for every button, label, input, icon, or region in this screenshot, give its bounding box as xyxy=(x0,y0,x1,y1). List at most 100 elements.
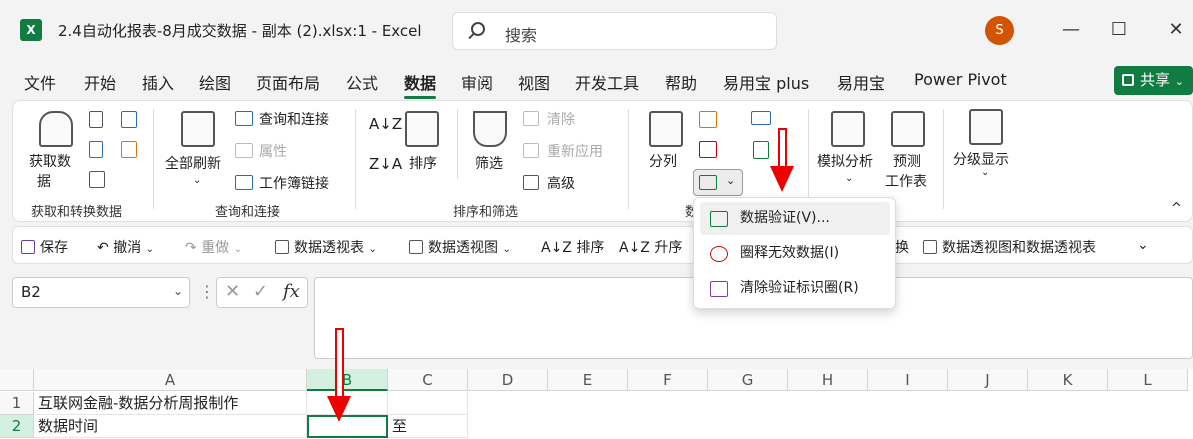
cancel-icon[interactable]: ✕ xyxy=(225,281,240,302)
undo-button[interactable]: ↶ 撤消 ⌄ xyxy=(97,237,154,257)
tab-insert[interactable]: 插入 xyxy=(142,70,174,94)
refresh-all-button[interactable]: 全部刷新 xyxy=(165,153,221,173)
ribbon-panel: 获取数 据 获取和转换数据 全部刷新 ⌄ 查询和连接 属性 工作簿链接 查询和连… xyxy=(12,100,1193,222)
tab-formulas[interactable]: 公式 xyxy=(346,70,378,94)
tab-home[interactable]: 开始 xyxy=(84,70,116,94)
recent-sources-icon[interactable] xyxy=(121,111,137,128)
pivot-table-label: 数据透视表 xyxy=(294,240,364,256)
sort-icon xyxy=(405,111,439,147)
chevron-down-icon: ⌄ xyxy=(502,244,511,255)
refresh-all-icon xyxy=(181,111,215,147)
cell-c2[interactable]: 至 xyxy=(388,415,468,438)
cell-a1[interactable]: 互联网金融-数据分析周报制作 xyxy=(34,392,307,415)
pivot-chart-button[interactable]: 数据透视图 ⌄ xyxy=(409,237,511,257)
workbook-links-button[interactable]: 工作簿链接 xyxy=(259,173,329,193)
menu-item-data-validation[interactable]: 数据验证(V)... xyxy=(700,202,890,235)
enter-icon[interactable]: ✓ xyxy=(253,281,268,302)
clear-button[interactable]: 清除 xyxy=(547,109,575,129)
chevron-down-icon[interactable]: ⌄ xyxy=(173,284,183,298)
sort-az-icon[interactable]: A↓Z xyxy=(369,115,402,133)
queries-connections-button[interactable]: 查询和连接 xyxy=(259,109,329,129)
reapply-button[interactable]: 重新应用 xyxy=(547,141,603,161)
sort-qat-button[interactable]: A↓Z 排序 xyxy=(541,237,604,257)
chevron-down-icon[interactable]: ⌄ xyxy=(981,167,989,178)
outline-button[interactable]: 分级显示 xyxy=(953,149,1009,169)
column-header[interactable]: C xyxy=(388,369,468,391)
undo-icon: ↶ xyxy=(97,240,114,256)
tab-view[interactable]: 视图 xyxy=(518,70,550,94)
get-data-button[interactable]: 获取数 xyxy=(29,151,71,171)
sort-button[interactable]: 排序 xyxy=(409,153,437,173)
outline-icon xyxy=(969,109,1003,145)
pivot-chart-table-button[interactable]: 数据透视图和数据透视表 xyxy=(923,237,1096,257)
tab-yiyongbao-plus[interactable]: 易用宝 plus xyxy=(723,70,809,94)
column-header[interactable]: B xyxy=(307,369,388,391)
column-header[interactable]: D xyxy=(468,369,548,391)
customize-qat-icon[interactable]: ⌄ xyxy=(1137,237,1149,253)
column-header[interactable]: J xyxy=(948,369,1028,391)
clear-circles-icon xyxy=(710,281,728,297)
pivot-table-button[interactable]: 数据透视表 ⌄ xyxy=(275,237,377,257)
relationships-icon[interactable] xyxy=(751,111,771,125)
flash-fill-icon[interactable] xyxy=(699,111,717,128)
chevron-down-icon: ⌄ xyxy=(368,244,377,255)
column-header[interactable]: E xyxy=(548,369,628,391)
chevron-down-icon[interactable]: ⌄ xyxy=(193,175,201,186)
column-header[interactable]: A xyxy=(34,369,307,391)
properties-button[interactable]: 属性 xyxy=(259,141,287,161)
column-header[interactable]: G xyxy=(708,369,788,391)
tab-draw[interactable]: 绘图 xyxy=(199,70,231,94)
search-placeholder: 搜索 xyxy=(505,26,538,45)
close-button[interactable]: ✕ xyxy=(1160,14,1192,46)
pivot-chart-icon xyxy=(409,240,423,254)
tab-review[interactable]: 审阅 xyxy=(461,70,493,94)
column-header[interactable]: I xyxy=(868,369,948,391)
text-to-columns-button[interactable]: 分列 xyxy=(649,151,677,171)
from-web-icon[interactable] xyxy=(89,141,103,158)
share-button[interactable]: 共享 ⌄ xyxy=(1114,66,1193,95)
filter-button[interactable]: 筛选 xyxy=(475,153,503,173)
minimize-button[interactable]: — xyxy=(1055,14,1087,46)
tab-help[interactable]: 帮助 xyxy=(665,70,697,94)
tab-file[interactable]: 文件 xyxy=(24,70,56,94)
cell-c1[interactable] xyxy=(388,392,468,415)
what-if-button[interactable]: 模拟分析 xyxy=(817,151,873,171)
existing-connections-icon[interactable] xyxy=(121,141,137,158)
cell-a2[interactable]: 数据时间 xyxy=(34,415,307,438)
select-all-corner[interactable] xyxy=(0,369,34,391)
column-header[interactable]: F xyxy=(628,369,708,391)
sort-za-icon[interactable]: Z↓A xyxy=(369,155,402,173)
avatar[interactable]: S xyxy=(985,16,1014,45)
column-header[interactable]: K xyxy=(1028,369,1108,391)
chevron-down-icon[interactable]: ⌄ xyxy=(845,173,853,184)
save-button[interactable]: 保存 xyxy=(21,237,68,257)
tab-yiyongbao[interactable]: 易用宝 xyxy=(837,70,885,94)
more-options-icon[interactable]: ⋮ xyxy=(199,282,215,301)
search-input[interactable]: 搜索 xyxy=(452,12,777,50)
menu-item-circle-invalid[interactable]: 圈释无效数据(I) xyxy=(700,237,890,270)
ascending-button[interactable]: A↓Z 升序 xyxy=(619,237,682,257)
remove-duplicates-icon[interactable] xyxy=(699,141,717,158)
forecast-sheet-button[interactable]: 预测 xyxy=(893,151,921,171)
tab-data[interactable]: 数据 xyxy=(404,70,437,99)
row-header[interactable]: 1 xyxy=(0,392,34,415)
tab-developer[interactable]: 开发工具 xyxy=(575,70,639,94)
maximize-button[interactable]: ☐ xyxy=(1103,14,1135,46)
column-header[interactable]: H xyxy=(788,369,868,391)
column-header[interactable]: L xyxy=(1108,369,1188,391)
collapse-ribbon-icon[interactable]: ^ xyxy=(1171,201,1182,216)
text-to-columns-icon xyxy=(649,111,683,147)
advanced-button[interactable]: 高级 xyxy=(547,173,575,193)
separator xyxy=(808,109,809,209)
from-table-icon[interactable] xyxy=(89,171,105,188)
data-validation-split-button[interactable]: ⌄ xyxy=(693,169,743,196)
from-text-icon[interactable] xyxy=(89,111,103,128)
tab-power-pivot[interactable]: Power Pivot xyxy=(914,70,1007,89)
menu-item-clear-circles[interactable]: 清除验证标识圈(R) xyxy=(700,272,890,305)
tab-page-layout[interactable]: 页面布局 xyxy=(256,70,320,94)
insert-function-icon[interactable]: fx xyxy=(283,281,300,302)
name-box[interactable]: B2 ⌄ xyxy=(12,277,190,308)
row-header[interactable]: 2 xyxy=(0,415,34,438)
redo-button[interactable]: ↷ 重做 ⌄ xyxy=(185,237,242,257)
data-model-icon[interactable] xyxy=(753,141,769,159)
